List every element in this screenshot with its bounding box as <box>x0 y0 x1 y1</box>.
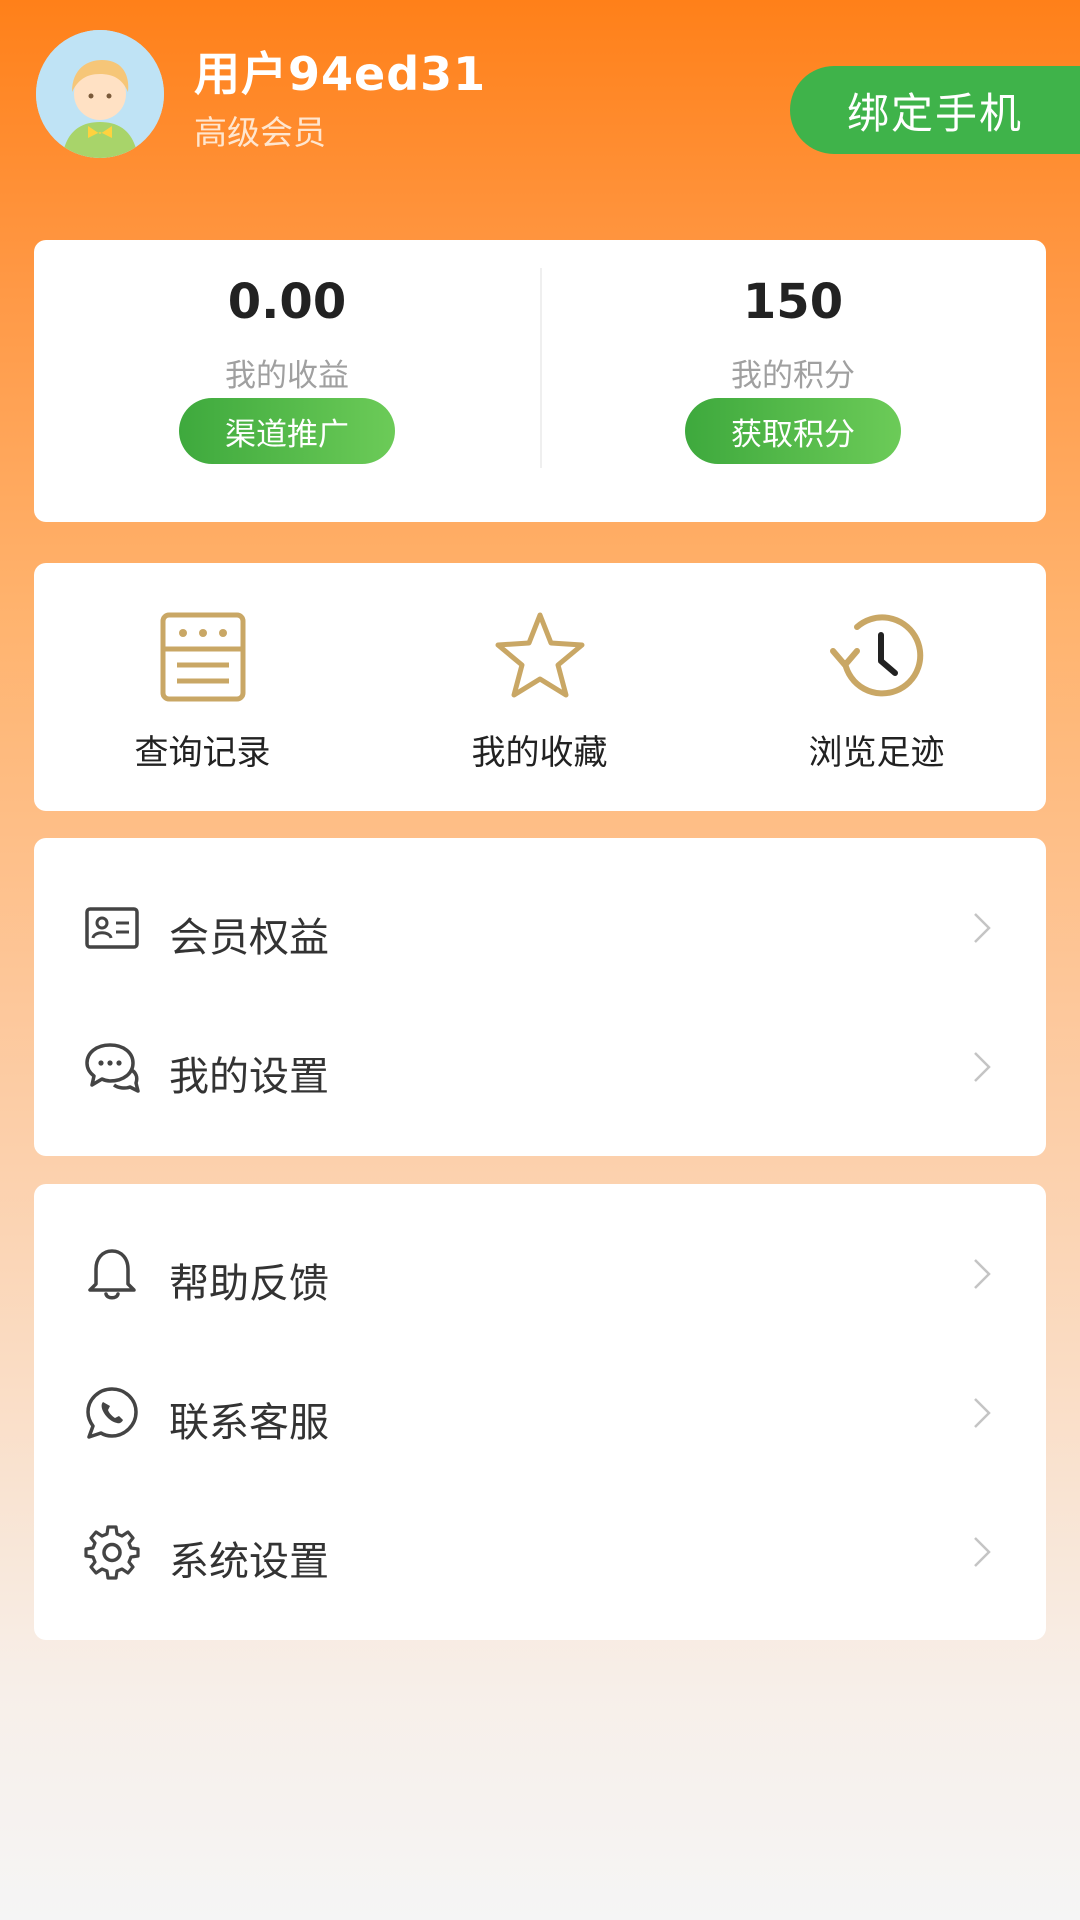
chevron-right-icon <box>974 913 991 943</box>
gear-icon <box>84 1525 140 1580</box>
history-icon <box>829 614 923 697</box>
shortcut-label: 查询记录 <box>134 733 271 773</box>
bind-phone-button[interactable]: 绑定手机 <box>790 66 1080 154</box>
points-stat: 150 我的积分 获取积分 <box>540 240 1046 522</box>
earnings-value: 0.00 <box>227 274 347 330</box>
channel-promotion-button[interactable]: 渠道推广 <box>179 398 395 464</box>
points-value: 150 <box>742 274 844 330</box>
get-points-button[interactable]: 获取积分 <box>685 398 901 464</box>
avatar[interactable] <box>36 30 164 158</box>
chevron-right-icon <box>974 1537 991 1567</box>
menu-item-my-settings[interactable]: 我的设置 <box>34 997 1046 1136</box>
chevron-right-icon <box>974 1052 991 1082</box>
shortcut-query-records[interactable]: 查询记录 <box>34 563 371 811</box>
menu-item-system-settings[interactable]: 系统设置 <box>34 1482 1046 1621</box>
member-card-icon <box>85 907 139 949</box>
username: 用户94ed31 <box>194 47 487 101</box>
chevron-right-icon <box>974 1259 991 1289</box>
earnings-label: 我的收益 <box>225 358 349 394</box>
shortcut-favorites[interactable]: 我的收藏 <box>371 563 708 811</box>
bell-icon <box>88 1249 136 1300</box>
shortcut-browsing-history[interactable]: 浏览足迹 <box>708 563 1045 811</box>
earnings-stat: 0.00 我的收益 渠道推广 <box>34 240 540 522</box>
star-icon <box>495 612 584 698</box>
stats-card: 0.00 我的收益 渠道推广 150 我的积分 获取积分 <box>34 240 1046 522</box>
shortcuts-card: 查询记录 我的收藏 浏览足迹 <box>34 563 1046 811</box>
points-label: 我的积分 <box>731 358 855 394</box>
chat-bubbles-icon <box>85 1043 140 1093</box>
shortcut-label: 浏览足迹 <box>808 733 945 773</box>
menu-group-2: 帮助反馈 联系客服 系统设置 <box>34 1184 1046 1640</box>
avatar-icon <box>36 30 164 158</box>
menu-group-1: 会员权益 我的设置 <box>34 838 1046 1156</box>
document-icon <box>160 612 245 702</box>
menu-item-label: 系统设置 <box>169 1539 329 1585</box>
menu-item-contact-support[interactable]: 联系客服 <box>34 1343 1046 1482</box>
menu-item-label: 帮助反馈 <box>169 1261 329 1307</box>
menu-item-member-benefits[interactable]: 会员权益 <box>34 858 1046 997</box>
menu-item-help-feedback[interactable]: 帮助反馈 <box>34 1204 1046 1343</box>
menu-item-label: 我的设置 <box>169 1054 329 1100</box>
profile-header: 用户94ed31 高级会员 绑定手机 <box>0 0 1080 200</box>
menu-item-label: 会员权益 <box>169 915 329 961</box>
member-level: 高级会员 <box>194 113 326 152</box>
chevron-right-icon <box>974 1398 991 1428</box>
phone-chat-icon <box>86 1387 138 1439</box>
shortcut-label: 我的收藏 <box>471 733 608 773</box>
menu-item-label: 联系客服 <box>169 1400 329 1446</box>
